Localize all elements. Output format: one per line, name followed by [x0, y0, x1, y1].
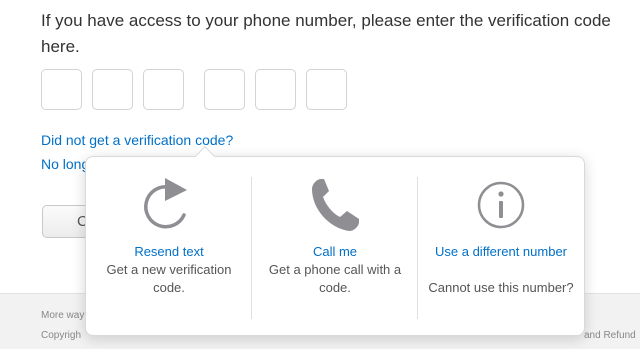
code-digit-6[interactable]: [306, 69, 347, 110]
footer-refund: and Refund: [584, 330, 636, 341]
different-number-description: Cannot use this number?: [428, 280, 574, 295]
code-digit-4[interactable]: [204, 69, 245, 110]
no-longer-link[interactable]: No long: [41, 155, 89, 173]
resend-text-description: Get a new verification code.: [106, 262, 232, 295]
code-digit-1[interactable]: [41, 69, 82, 110]
code-digit-3[interactable]: [143, 69, 184, 110]
call-me-option[interactable]: Call me Get a phone call with a code.: [252, 157, 418, 337]
call-me-title[interactable]: Call me: [260, 243, 410, 261]
code-digit-5[interactable]: [255, 69, 296, 110]
phone-icon: [307, 175, 363, 240]
info-icon: [473, 175, 529, 240]
footer-more-ways: More way: [41, 310, 85, 321]
verification-options-popover: Resend text Get a new verification code.…: [85, 146, 585, 337]
code-digit-2[interactable]: [92, 69, 133, 110]
footer-copyright: Copyrigh: [41, 330, 82, 341]
refresh-icon: [141, 175, 197, 240]
resend-text-title[interactable]: Resend text: [94, 243, 244, 261]
instruction-text: If you have access to your phone number,…: [41, 11, 611, 56]
resend-text-option[interactable]: Resend text Get a new verification code.: [86, 157, 252, 337]
call-me-description: Get a phone call with a code.: [268, 262, 402, 295]
different-number-title[interactable]: Use a different number: [426, 243, 576, 261]
different-number-option[interactable]: Use a different number Cannot use this n…: [418, 157, 584, 337]
